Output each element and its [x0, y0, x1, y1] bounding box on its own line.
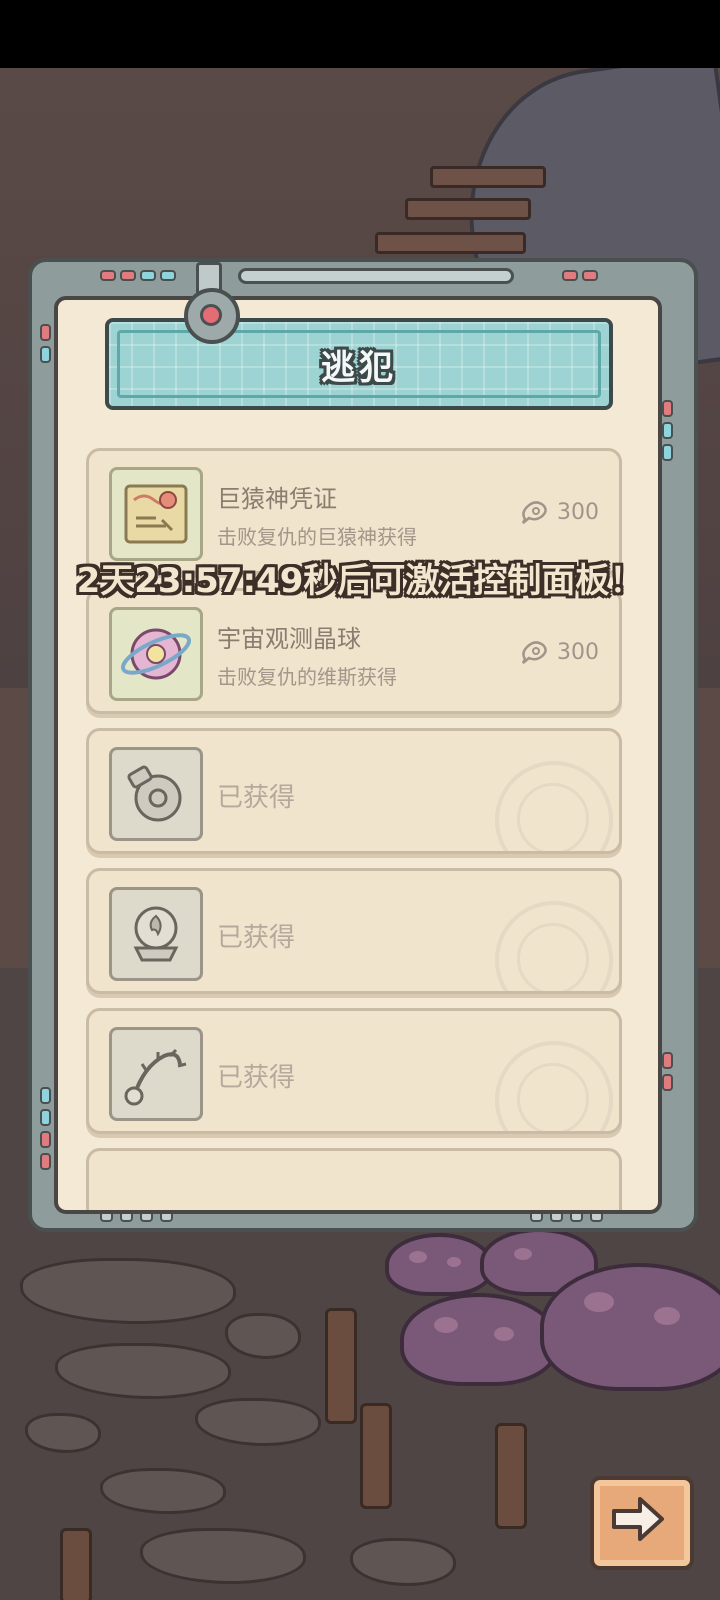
obtained-stamp-icon — [495, 901, 613, 991]
arrow-right-icon — [612, 1497, 664, 1541]
item-description: 击败复仇的维斯获得 — [217, 665, 397, 689]
wanted-panel: 逃犯 巨猿神凭证 击败复仇的巨猿神获得 300 宇宙观测晶球 击败复仇的维斯获得… — [54, 296, 662, 1214]
gear-engine-icon — [109, 747, 203, 841]
item-description: 击败复仇的巨猿神获得 — [217, 525, 417, 549]
item-cost: 300 — [519, 499, 599, 525]
item-cost: 300 — [519, 639, 599, 665]
item-card[interactable]: 宇宙观测晶球 击败复仇的维斯获得 300 — [86, 588, 622, 714]
item-name: 宇宙观测晶球 — [217, 625, 361, 653]
item-card[interactable]: 已获得 — [86, 868, 622, 994]
cosmic-orb-icon — [109, 607, 203, 701]
obtained-label: 已获得 — [217, 1063, 296, 1093]
status-bar — [0, 0, 720, 68]
item-card-partial[interactable] — [86, 1148, 622, 1210]
soul-currency-icon — [521, 641, 547, 664]
cost-value: 300 — [557, 499, 599, 525]
obtained-stamp-icon — [495, 1041, 613, 1131]
map-scroll-icon — [109, 467, 203, 561]
next-button[interactable] — [590, 1476, 694, 1570]
flame-crystal-ball-icon — [109, 887, 203, 981]
soul-currency-icon — [521, 501, 547, 524]
obtained-label: 已获得 — [217, 783, 296, 813]
item-name: 巨猿神凭证 — [217, 485, 337, 513]
spiked-chain-icon — [109, 1027, 203, 1121]
obtained-stamp-icon — [495, 761, 613, 851]
title-banner: 逃犯 — [105, 318, 613, 410]
alarm-light-icon — [184, 288, 240, 344]
obtained-label: 已获得 — [217, 923, 296, 953]
item-card[interactable]: 已获得 — [86, 728, 622, 854]
item-card[interactable]: 已获得 — [86, 1008, 622, 1134]
countdown-text: 2天23:57:49秒后可激活控制面板！ — [76, 561, 644, 601]
cost-value: 300 — [557, 639, 599, 665]
panel-title: 逃犯 — [321, 348, 397, 388]
